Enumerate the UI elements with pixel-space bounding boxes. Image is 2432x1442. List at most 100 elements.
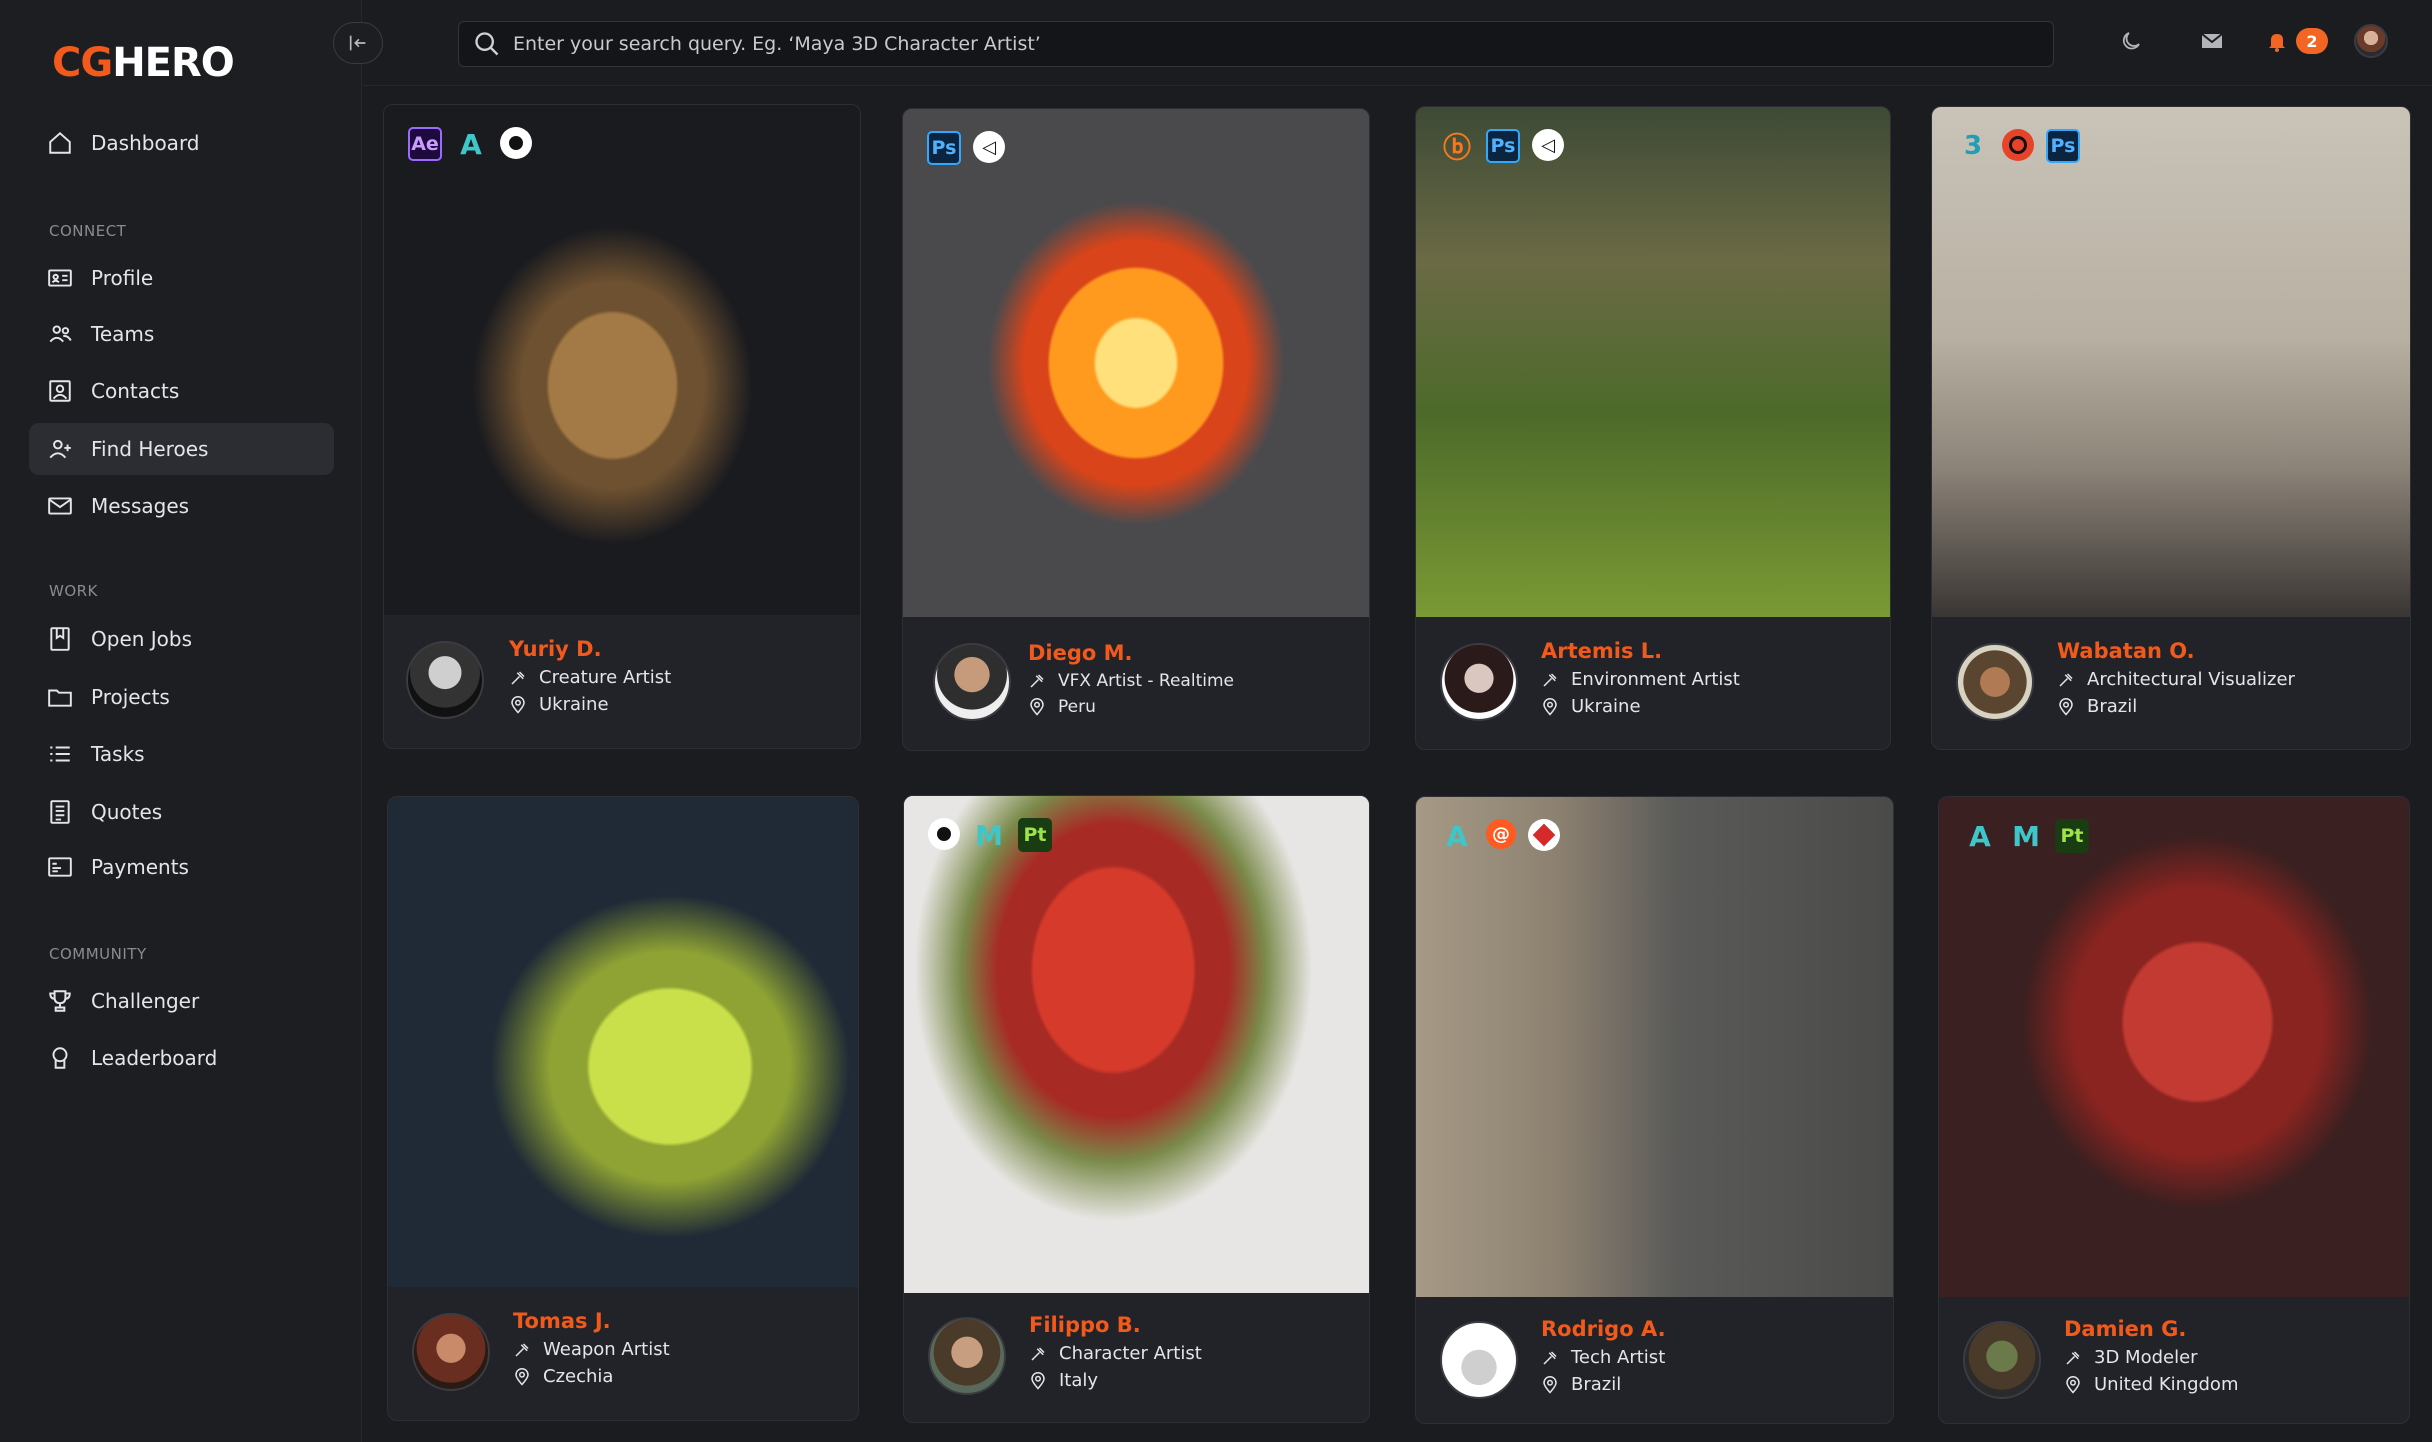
- artist-info: Yuriy D. Creature Artist Ukraine: [384, 613, 860, 748]
- artist-role-text: 3D Modeler: [2094, 1347, 2198, 1368]
- artist-role-text: Architectural Visualizer: [2087, 669, 2295, 690]
- tool-icons: M Pt: [928, 818, 1052, 852]
- medal-icon: [47, 1045, 73, 1071]
- artist-name[interactable]: Diego M.: [1028, 641, 1133, 665]
- artwork-image: [384, 105, 860, 615]
- artist-card[interactable]: Tomas J. Weapon Artist Czechia: [387, 796, 859, 1421]
- collapse-sidebar-button[interactable]: [333, 22, 383, 64]
- artist-role: Tech Artist: [1541, 1347, 1665, 1368]
- bookmark-icon: [47, 626, 73, 652]
- artwork-image: [388, 797, 858, 1287]
- moon-icon: [2122, 32, 2140, 50]
- sidebar-item-open-jobs[interactable]: Open Jobs: [29, 613, 334, 665]
- artist-location-text: Brazil: [1571, 1374, 1622, 1395]
- artist-location: United Kingdom: [2064, 1374, 2238, 1395]
- arnold-icon: A: [1446, 819, 1468, 853]
- sidebar-item-profile[interactable]: Profile: [29, 252, 334, 304]
- artist-name[interactable]: Filippo B.: [1029, 1313, 1141, 1337]
- artist-info: Filippo B. Character Artist Italy: [904, 1291, 1369, 1422]
- section-title-work: WORK: [49, 582, 98, 600]
- sidebar-item-challenger[interactable]: Challenger: [29, 975, 334, 1027]
- artist-location-text: Ukraine: [1571, 696, 1641, 717]
- sidebar-item-tasks[interactable]: Tasks: [29, 728, 334, 780]
- arnold-icon: A: [460, 127, 482, 161]
- arrow-left-bar-icon: [349, 35, 366, 51]
- artist-location-text: Czechia: [543, 1366, 614, 1387]
- search-bar[interactable]: [458, 21, 2054, 67]
- sidebar-item-contacts[interactable]: Contacts: [29, 365, 334, 417]
- envelope-icon: [47, 493, 73, 519]
- blender-icon: ⓑ: [1442, 131, 1471, 164]
- substance-painter-icon: Pt: [1018, 818, 1052, 852]
- invoice-icon: [47, 854, 73, 880]
- messages-button[interactable]: [2197, 26, 2227, 56]
- redshift-icon: [1528, 819, 1560, 851]
- list-icon: [47, 741, 73, 767]
- theme-toggle-button[interactable]: [2116, 26, 2146, 56]
- artist-role: VFX Artist - Realtime: [1028, 671, 1234, 691]
- sidebar-item-label: Tasks: [91, 742, 145, 766]
- sidebar-item-label: Profile: [91, 266, 154, 290]
- sidebar-item-label: Quotes: [91, 800, 163, 824]
- users-icon: [47, 321, 73, 347]
- artist-location-text: Italy: [1059, 1370, 1099, 1391]
- sidebar-item-dashboard[interactable]: Dashboard: [29, 117, 334, 169]
- location-pin-icon: [1030, 698, 1044, 716]
- trophy-icon: [47, 988, 73, 1014]
- artist-card[interactable]: Ae A Yuriy D. Creature Artist Ukraine: [383, 104, 861, 749]
- sidebar-item-projects[interactable]: Projects: [29, 671, 334, 723]
- location-pin-icon: [1543, 697, 1557, 716]
- artwork-image: [1932, 107, 2410, 617]
- notifications-button[interactable]: [2262, 26, 2292, 56]
- artist-card[interactable]: 3 Ps Wabatan O. Architectural Visualizer…: [1931, 106, 2411, 750]
- artist-name[interactable]: Wabatan O.: [2057, 639, 2195, 663]
- cghero-logo[interactable]: CGHERO: [52, 40, 235, 86]
- sidebar-item-find-heroes[interactable]: Find Heroes: [29, 423, 334, 475]
- artist-location: Italy: [1029, 1370, 1098, 1391]
- artist-location: Ukraine: [1541, 696, 1641, 717]
- sidebar-item-payments[interactable]: Payments: [29, 841, 334, 893]
- artist-avatar: [1963, 1321, 2041, 1399]
- artist-location: Brazil: [1541, 1374, 1621, 1395]
- id-card-icon: [47, 265, 73, 291]
- sidebar-item-quotes[interactable]: Quotes: [29, 786, 334, 838]
- 3ds-max-icon: 3: [1963, 131, 1983, 161]
- artwork-image: [1416, 107, 1890, 617]
- tool-icons: A M Pt: [1963, 819, 2089, 853]
- artist-info: Artemis L. Environment Artist Ukraine: [1416, 615, 1890, 749]
- artist-card[interactable]: A M Pt Damien G. 3D Modeler United Kingd…: [1938, 796, 2410, 1424]
- artist-name[interactable]: Artemis L.: [1541, 639, 1662, 663]
- search-input[interactable]: [513, 33, 2053, 55]
- sidebar: CGHERO Dashboard CONNECT Profile Teams C…: [0, 0, 362, 1442]
- location-pin-icon: [1031, 1371, 1045, 1390]
- sidebar-item-leaderboard[interactable]: Leaderboard: [29, 1032, 334, 1084]
- folder-icon: [47, 684, 73, 710]
- artist-card[interactable]: A @ Rodrigo A. Tech Artist Brazil: [1415, 796, 1894, 1424]
- location-pin-icon: [511, 695, 525, 714]
- photoshop-icon: Ps: [927, 131, 961, 165]
- hammer-icon: [2059, 672, 2073, 687]
- tool-icons: 3 Ps: [1956, 129, 2080, 163]
- artist-name[interactable]: Rodrigo A.: [1541, 1317, 1666, 1341]
- artist-location: Brazil: [2057, 696, 2137, 717]
- logo-hero-text: HERO: [112, 40, 235, 86]
- artist-name[interactable]: Damien G.: [2064, 1317, 2186, 1341]
- artist-name[interactable]: Yuriy D.: [509, 637, 602, 661]
- sidebar-item-messages[interactable]: Messages: [29, 480, 334, 532]
- sidebar-item-label: Find Heroes: [91, 437, 209, 461]
- contact-book-icon: [47, 378, 73, 404]
- artist-name[interactable]: Tomas J.: [513, 1309, 611, 1333]
- sidebar-item-teams[interactable]: Teams: [29, 308, 334, 360]
- artist-location-text: United Kingdom: [2094, 1374, 2239, 1395]
- artist-location-text: Ukraine: [539, 694, 609, 715]
- photoshop-icon: Ps: [2046, 129, 2080, 163]
- user-avatar[interactable]: [2354, 24, 2388, 58]
- tool-icons: Ae A: [408, 127, 532, 161]
- artist-card[interactable]: ⓑ Ps ◁ Artemis L. Environment Artist Ukr…: [1415, 106, 1891, 750]
- artwork-image: [1939, 797, 2409, 1297]
- artist-avatar: [1440, 643, 1518, 721]
- artist-card[interactable]: M Pt Filippo B. Character Artist Italy: [903, 795, 1370, 1423]
- artist-card[interactable]: Ps ◁ Diego M. VFX Artist - Realtime Peru: [902, 108, 1370, 751]
- envelope-icon: [2201, 33, 2223, 48]
- user-plus-icon: [47, 436, 73, 462]
